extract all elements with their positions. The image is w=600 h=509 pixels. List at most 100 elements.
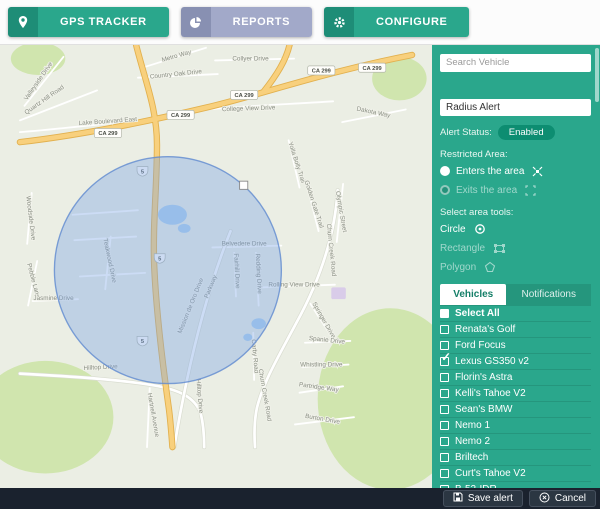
gps-tracker-app: GPS TRACKER REPORTS CONFIGURE bbox=[0, 0, 600, 509]
alert-name-input[interactable] bbox=[440, 99, 591, 116]
cancel-button[interactable]: Cancel bbox=[529, 490, 596, 507]
alert-panel: Alert Status: Enabled Restricted Area: E… bbox=[432, 45, 600, 488]
map-container: CA 299CA 299CA 299CA 299CA 299555 Valley… bbox=[0, 45, 432, 488]
save-alert-label: Save alert bbox=[468, 493, 513, 504]
radio-unselected[interactable] bbox=[440, 185, 450, 195]
cancel-x-icon bbox=[539, 492, 550, 506]
vehicle-row[interactable]: Nemo 2 bbox=[440, 434, 591, 450]
vehicle-name: Lexus GS350 v2 bbox=[455, 356, 529, 367]
alert-status-row: Alert Status: Enabled bbox=[440, 125, 591, 140]
street-label: Whistling Drive bbox=[300, 361, 343, 368]
polygon-tool-label: Polygon bbox=[440, 262, 476, 273]
area-tools-label: Select area tools: bbox=[440, 207, 591, 218]
circle-tool[interactable]: Circle bbox=[440, 222, 591, 237]
circle-resize-handle[interactable] bbox=[240, 181, 248, 189]
radio-selected[interactable] bbox=[440, 166, 450, 176]
vehicle-name: Sean's BMW bbox=[455, 404, 512, 415]
exits-area-label: Exits the area bbox=[456, 185, 517, 196]
gps-tracker-label: GPS TRACKER bbox=[38, 7, 169, 37]
pie-chart-icon bbox=[181, 7, 211, 37]
enter-area-icon bbox=[532, 166, 543, 177]
vehicle-list: Select All Renata's Golf Ford Focus ✓ Lexus … bbox=[440, 305, 591, 489]
street-label: Collyer Drive bbox=[232, 55, 269, 62]
highway-shield: CA 299 bbox=[231, 90, 258, 99]
vehicle-name: Select All bbox=[455, 308, 500, 319]
alert-status-toggle[interactable]: Enabled bbox=[498, 125, 555, 140]
polygon-tool[interactable]: Polygon bbox=[440, 260, 591, 275]
gear-icon bbox=[324, 7, 354, 37]
vehicle-row[interactable]: Renata's Golf bbox=[440, 322, 591, 338]
vehicle-name: Ford Focus bbox=[455, 340, 506, 351]
alert-status-label: Alert Status: bbox=[440, 127, 492, 138]
vehicle-row[interactable]: Sean's BMW bbox=[440, 402, 591, 418]
vehicle-checkbox[interactable] bbox=[440, 325, 449, 334]
sidebar-scrollbar[interactable] bbox=[595, 48, 599, 102]
exits-area-option[interactable]: Exits the area bbox=[440, 183, 591, 198]
enters-area-label: Enters the area bbox=[456, 166, 524, 177]
highway-shield: CA 299 bbox=[94, 129, 121, 138]
svg-text:CA 299: CA 299 bbox=[171, 113, 190, 119]
panel-tabs: Vehicles Notifications bbox=[440, 284, 591, 305]
vehicle-name: Briltech bbox=[455, 452, 488, 463]
vehicle-checkbox[interactable] bbox=[440, 389, 449, 398]
vehicle-name: Nemo 2 bbox=[455, 436, 490, 447]
circle-tool-label: Circle bbox=[440, 224, 466, 235]
vehicle-checkbox-checked[interactable]: ✓ bbox=[440, 357, 449, 366]
map-canvas[interactable]: CA 299CA 299CA 299CA 299CA 299555 Valley… bbox=[0, 45, 432, 488]
check-mark-icon: ✓ bbox=[441, 351, 451, 363]
street-label: College View Drive bbox=[222, 104, 276, 113]
vehicle-row[interactable]: Kelli's Tahoe V2 bbox=[440, 386, 591, 402]
vehicle-row[interactable]: Ford Focus bbox=[440, 338, 591, 354]
highway-shield: CA 299 bbox=[167, 110, 194, 119]
tab-notifications[interactable]: Notifications bbox=[506, 284, 591, 305]
cancel-label: Cancel bbox=[555, 493, 586, 504]
svg-text:CA 299: CA 299 bbox=[363, 66, 382, 72]
street-label: Golden Gate Trail bbox=[303, 180, 325, 229]
gps-tracker-button[interactable]: GPS TRACKER bbox=[8, 7, 169, 37]
save-alert-button[interactable]: Save alert bbox=[443, 490, 523, 507]
vehicle-row[interactable]: Curt's Tahoe V2 bbox=[440, 466, 591, 482]
location-pin-icon bbox=[8, 7, 38, 37]
polygon-tool-icon bbox=[484, 261, 496, 273]
svg-text:CA 299: CA 299 bbox=[98, 131, 117, 137]
floppy-disk-icon bbox=[453, 492, 463, 505]
vehicle-checkbox[interactable] bbox=[440, 373, 449, 382]
reports-button[interactable]: REPORTS bbox=[181, 7, 312, 37]
svg-text:CA 299: CA 299 bbox=[235, 93, 254, 99]
vehicle-row[interactable]: ✓ Lexus GS350 v2 bbox=[440, 354, 591, 370]
vehicle-checkbox[interactable] bbox=[440, 405, 449, 414]
vehicle-row[interactable]: Briltech bbox=[440, 450, 591, 466]
restricted-area-label: Restricted Area: bbox=[440, 149, 591, 160]
vehicle-name: Kelli's Tahoe V2 bbox=[455, 388, 526, 399]
street-label: Woodside Drive bbox=[24, 196, 36, 242]
radius-alert-circle[interactable] bbox=[54, 157, 281, 384]
enters-area-option[interactable]: Enters the area bbox=[440, 164, 591, 179]
configure-label: CONFIGURE bbox=[354, 7, 469, 37]
vehicle-checkbox[interactable] bbox=[440, 421, 449, 430]
vehicle-row[interactable]: Nemo 1 bbox=[440, 418, 591, 434]
vehicle-row[interactable]: Select All bbox=[440, 306, 591, 322]
tab-vehicles[interactable]: Vehicles bbox=[440, 284, 506, 305]
svg-text:CA 299: CA 299 bbox=[312, 69, 331, 75]
configure-button[interactable]: CONFIGURE bbox=[324, 7, 469, 37]
vehicle-name: Florin's Astra bbox=[455, 372, 512, 383]
reports-label: REPORTS bbox=[211, 7, 312, 37]
vehicle-name: Renata's Golf bbox=[455, 324, 515, 335]
rectangle-tool-label: Rectangle bbox=[440, 243, 485, 254]
highway-shield: CA 299 bbox=[359, 63, 386, 72]
highway-shield: CA 299 bbox=[308, 66, 335, 75]
vehicle-checkbox[interactable] bbox=[440, 437, 449, 446]
vehicle-checkbox[interactable] bbox=[440, 453, 449, 462]
vehicle-checkbox[interactable] bbox=[440, 341, 449, 350]
street-label: Pebble Lane bbox=[25, 263, 41, 300]
street-label: Metro Way bbox=[161, 48, 193, 63]
vehicle-row[interactable]: Florin's Astra bbox=[440, 370, 591, 386]
search-vehicle-input[interactable] bbox=[440, 54, 591, 72]
vehicle-checkbox[interactable] bbox=[440, 469, 449, 478]
vehicle-checkbox[interactable] bbox=[440, 309, 449, 318]
rectangle-tool-icon bbox=[493, 243, 506, 254]
street-label: Country Oak Drive bbox=[150, 68, 203, 80]
vehicle-name: Curt's Tahoe V2 bbox=[455, 468, 526, 479]
vehicle-name: Nemo 1 bbox=[455, 420, 490, 431]
rectangle-tool[interactable]: Rectangle bbox=[440, 241, 591, 256]
